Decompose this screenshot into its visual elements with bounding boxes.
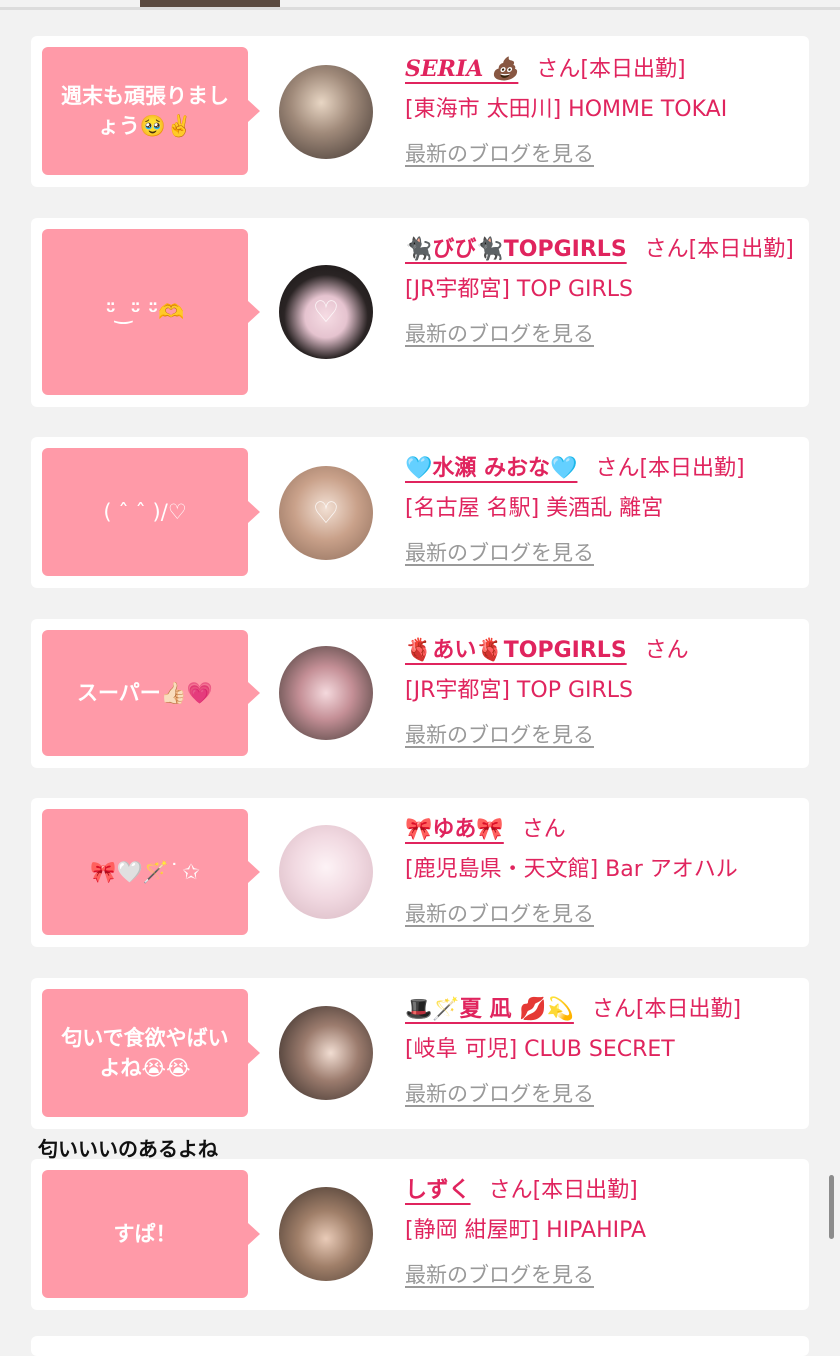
shop-name: [名古屋 名駅] 美酒乱 離宮 <box>405 496 664 521</box>
avatar[interactable] <box>279 1006 373 1100</box>
status-text: さん[本日出勤] <box>591 997 742 1022</box>
avatar[interactable] <box>279 825 373 919</box>
blog-link[interactable]: 最新のブログを見る <box>405 533 594 573</box>
status-text: さん[本日出勤] <box>644 237 794 262</box>
post-card: すぱ！ しずく さん[本日出勤] [静岡 紺屋町] HIPAHIPA 最新のブログ… <box>31 1159 809 1310</box>
blog-link[interactable]: 最新のブログを見る <box>405 894 594 934</box>
post-card: 週末も頑張りましょう🥹✌️ SERIA 💩 さん[本日出勤] [東海市 太田川] … <box>31 36 809 187</box>
reply-comment: 匂いいいのあるよね <box>38 1137 218 1161</box>
active-tab-indicator <box>140 0 280 7</box>
status-text: さん[本日出勤] <box>595 456 745 481</box>
post-card: スーパー👍🏻💗 🫀あい🫀TOPGIRLS さん [JR宇都宮] TOP GIRLS… <box>31 619 809 768</box>
status-text: さん[本日出勤] <box>536 57 686 82</box>
name-line: SERIA 💩 さん[本日出勤] <box>405 49 797 90</box>
next-post-card <box>31 1336 809 1356</box>
avatar-image-icon <box>279 1006 373 1100</box>
message-bubble: スーパー👍🏻💗 <box>42 630 260 756</box>
status-text: さん <box>521 817 566 842</box>
avatar[interactable]: ♡ <box>279 466 373 560</box>
blog-link[interactable]: 最新のブログを見る <box>405 314 594 354</box>
blog-link[interactable]: 最新のブログを見る <box>405 1074 594 1114</box>
girl-name-link[interactable]: 🩵水瀬 みおな🩵 <box>405 456 577 481</box>
avatar[interactable] <box>279 65 373 159</box>
blog-link[interactable]: 最新のブログを見る <box>405 1255 594 1295</box>
top-bar <box>0 0 840 10</box>
girl-name-link[interactable]: 🎩🪄夏 凪 💋💫 <box>405 997 574 1022</box>
top-divider <box>0 7 840 10</box>
avatar-image-icon <box>279 1187 373 1281</box>
avatar-image-icon <box>279 825 373 919</box>
name-line: 🩵水瀬 みおな🩵 さん[本日出勤] <box>405 449 797 489</box>
girl-name-link[interactable]: しずく <box>405 1178 471 1203</box>
name-line: しずく さん[本日出勤] <box>405 1171 797 1211</box>
message-bubble: 🎀🤍🪄 ͘ ✩ <box>42 809 260 935</box>
message-bubble: すぱ！ <box>42 1170 260 1298</box>
name-line: 🎀ゆあ🎀 さん <box>405 810 797 850</box>
status-text: さん[本日出勤] <box>488 1178 638 1203</box>
avatar-image-icon <box>279 65 373 159</box>
post-card: 匂いで食欲やばいよね😭😭 🎩🪄夏 凪 💋💫 さん[本日出勤] [岐阜 可児] CL… <box>31 978 809 1129</box>
message-bubble: 週末も頑張りましょう🥹✌️ <box>42 47 260 175</box>
girl-name-link[interactable]: 🎀ゆあ🎀 <box>405 817 504 842</box>
heart-sticker-icon: ♡ <box>312 294 340 330</box>
name-line: 🐈‍⬛びび🐈‍⬛TOPGIRLS さん[本日出勤] <box>405 230 797 270</box>
scrollbar[interactable] <box>829 1175 834 1239</box>
post-card: ( ˆ ˆ )/♡ ♡ 🩵水瀬 みおな🩵 さん[本日出勤] [名古屋 名駅] 美酒… <box>31 437 809 588</box>
blog-link[interactable]: 最新のブログを見る <box>405 715 594 755</box>
message-bubble: ᵕ̈ ͜ ᵕ̈ ᵕ̈🫶 <box>42 229 260 395</box>
avatar[interactable]: ♡ <box>279 265 373 359</box>
status-text: さん <box>644 638 689 663</box>
message-bubble: ( ˆ ˆ )/♡ <box>42 448 260 576</box>
girl-name-link[interactable]: 🐈‍⬛びび🐈‍⬛TOPGIRLS <box>405 237 627 262</box>
avatar[interactable] <box>279 1187 373 1281</box>
name-line: 🫀あい🫀TOPGIRLS さん <box>405 631 797 671</box>
shop-name: [JR宇都宮] TOP GIRLS <box>405 678 633 703</box>
heart-sticker-icon: ♡ <box>312 495 340 531</box>
girl-name-link[interactable]: 🫀あい🫀TOPGIRLS <box>405 638 627 663</box>
shop-name: [東海市 太田川] HOMME TOKAI <box>405 97 728 122</box>
name-line: 🎩🪄夏 凪 💋💫 さん[本日出勤] <box>405 990 797 1030</box>
post-card: 🎀🤍🪄 ͘ ✩ 🎀ゆあ🎀 さん [鹿児島県・天文館] Bar アオハル 最新のブロ… <box>31 798 809 947</box>
girl-name-link[interactable]: SERIA 💩 <box>405 56 518 82</box>
shop-name: [静岡 紺屋町] HIPAHIPA <box>405 1218 647 1243</box>
blog-link[interactable]: 最新のブログを見る <box>405 134 594 174</box>
shop-name: [鹿児島県・天文館] Bar アオハル <box>405 857 738 882</box>
shop-name: [JR宇都宮] TOP GIRLS <box>405 277 633 302</box>
avatar[interactable] <box>279 646 373 740</box>
avatar-image-icon <box>279 646 373 740</box>
post-card: ᵕ̈ ͜ ᵕ̈ ᵕ̈🫶 ♡ 🐈‍⬛びび🐈‍⬛TOPGIRLS さん[本日出勤] [… <box>31 218 809 407</box>
message-bubble: 匂いで食欲やばいよね😭😭 <box>42 989 260 1117</box>
shop-name: [岐阜 可児] CLUB SECRET <box>405 1037 675 1062</box>
